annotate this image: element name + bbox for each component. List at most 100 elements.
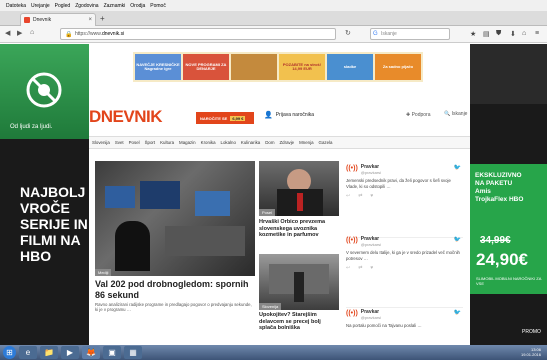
menu-item[interactable]: Pogled [55, 3, 71, 9]
feed-card[interactable]: ((•)) Pravkar @pravkarsi 🐦 Na portalu po… [346, 309, 463, 345]
menu-item[interactable]: Zgodovina [75, 3, 98, 9]
skin-tagline: Od ljudi za ljudi. [10, 124, 53, 130]
story-tag[interactable]: Slovenija [259, 303, 282, 310]
app-icon[interactable]: ▣ [103, 346, 121, 359]
reply-icon[interactable]: ↩ [346, 265, 350, 271]
nav-item[interactable]: Svet [115, 140, 124, 145]
retweet-icon[interactable]: ⇄ [358, 193, 362, 199]
url-domain: dnevnik.si [101, 31, 125, 37]
lock-icon: 🔒 [65, 32, 73, 38]
left-skin-ad[interactable]: Od ljudi za ljudi. NAJBOLJ VROČE SERIJE … [0, 44, 89, 345]
nav-item[interactable]: Zdravje [279, 140, 294, 145]
story-image[interactable]: Slovenija [259, 254, 339, 310]
menu-item[interactable]: Zaznamki [104, 3, 126, 9]
subscribe-label: NAROČITE SE [200, 115, 228, 121]
reading-list-icon[interactable]: ▤ [483, 30, 490, 38]
favicon-icon [24, 17, 30, 23]
right-skin-ad[interactable]: EKSKLUZIVNO NA PAKETU Amis TrojkaFlex HB… [470, 44, 547, 345]
address-bar[interactable]: 🔒 https://www. dnevnik.si [60, 28, 336, 40]
nav-item[interactable]: Šport [145, 140, 156, 145]
site-search-link[interactable]: 🔍 Iskanje [444, 111, 467, 117]
menu-bar: Datoteka Urejanje Pogled Zgodovina Zazna… [0, 0, 547, 11]
story-headline[interactable]: Hrvaški Orbico prevzema slovenskega uvoz… [259, 219, 339, 239]
media-icon[interactable]: ▶ [61, 346, 79, 359]
explorer-icon[interactable]: 📁 [40, 346, 58, 359]
twitter-icon: 🐦 [453, 237, 461, 243]
right-promo: EKSKLUZIVNO NA PAKETU Amis TrojkaFlex HB… [475, 172, 524, 204]
lead-tag[interactable]: Mediji [95, 269, 112, 276]
fine-print: SLIMOBIL MOBILNI NAROČNIKI ZA VSE [476, 276, 542, 286]
url-prefix: https://www. [75, 31, 102, 37]
forward-icon[interactable]: ▶ [17, 29, 22, 37]
nav-item[interactable]: Posel [129, 140, 140, 145]
banner-tile: Za sadno pijačo [375, 54, 421, 80]
tab-bar: Dnevnik × + [0, 11, 547, 26]
nav-item[interactable]: Magazin [179, 140, 196, 145]
tab-dnevnik[interactable]: Dnevnik × [20, 13, 96, 26]
nav-item[interactable]: Kronika [201, 140, 216, 145]
twitter-icon: 🐦 [453, 310, 461, 316]
twitter-icon: 🐦 [453, 165, 461, 171]
pocket-icon[interactable]: ⛊ [496, 30, 501, 38]
close-tab-icon[interactable]: × [88, 17, 92, 23]
feed-text: Jemenski predsednik pravi, da želi pogov… [346, 178, 451, 189]
support-link[interactable]: ✚ Podpora [406, 112, 431, 118]
feed-handle: @pravkarsi [360, 242, 382, 248]
retweet-icon[interactable]: ⇄ [358, 265, 362, 271]
ad-banner[interactable]: NAVEČJE KRESNIČKE Nagradne igre NOVE PRO… [133, 52, 423, 82]
site-logo[interactable]: DNEVNIK [89, 107, 163, 127]
like-icon[interactable]: ♥ [370, 193, 373, 199]
search-input[interactable]: G Iskanje [370, 28, 450, 40]
feed-handle: @pravkarsi [360, 315, 382, 321]
tab-title: Dnevnik [33, 17, 52, 23]
menu-item[interactable]: Datoteka [6, 3, 26, 9]
app-icon[interactable]: ▦ [124, 346, 142, 359]
dnevnik-page: NAVEČJE KRESNIČKE Nagradne igre NOVE PRO… [89, 44, 470, 345]
section-nav: Slovenija Svet Posel Šport Kultura Magaz… [89, 136, 470, 149]
nav-item[interactable]: Gazela [319, 140, 333, 145]
start-button[interactable]: ⊞ [3, 346, 16, 359]
reload-icon[interactable]: ↻ [345, 29, 351, 37]
subscribe-price: 6,99 € [230, 115, 246, 121]
home-icon[interactable]: ⌂ [30, 29, 34, 36]
download-icon[interactable]: ⬇ [510, 30, 516, 38]
nav-item[interactable]: Lokalno [221, 140, 236, 145]
hamburger-menu-icon[interactable]: ≡ [535, 30, 539, 37]
ie-icon[interactable]: e [19, 346, 37, 359]
nav-item[interactable]: Kultura [160, 140, 174, 145]
nav-item[interactable]: Dom [265, 140, 274, 145]
broadcast-icon: ((•)) [346, 237, 358, 245]
home-toolbar-icon[interactable]: ⌂ [522, 30, 526, 37]
feed-card[interactable]: ((•)) Pravkar @pravkarsi 🐦 V severnem de… [346, 236, 463, 308]
nav-item[interactable]: Kulinarika [241, 140, 260, 145]
nav-item[interactable]: Slovenija [92, 140, 110, 145]
lead-headline[interactable]: Val 202 pod drobnogledom: spornih 86 sek… [95, 279, 255, 301]
promo-label: PROMO [522, 329, 541, 335]
banner-tile: POZABITE na stroš! 14,99 EUR [279, 54, 325, 80]
story-tag[interactable]: Posel [259, 209, 276, 216]
banner-tile: NAVEČJE KRESNIČKE Nagradne igre [135, 54, 181, 80]
menu-item[interactable]: Pomoč [150, 3, 166, 9]
brand-logo-icon [26, 72, 62, 108]
story-headline[interactable]: Upokojitev? Starejšim delavcem se precej… [259, 312, 339, 332]
new-tab-button[interactable]: + [100, 14, 105, 23]
menu-item[interactable]: Urejanje [31, 3, 50, 9]
system-clock[interactable]: 13:06 19.01.2016 [521, 347, 541, 358]
firefox-icon[interactable]: 🦊 [82, 346, 100, 359]
nav-bar: ◀ ▶ ⌂ 🔒 https://www. dnevnik.si ↻ G Iskan… [0, 26, 547, 43]
lead-image[interactable]: Mediji [95, 161, 255, 276]
old-price: 34,99€ [480, 235, 511, 246]
feed-text: Na portalu pomoči na Tajvanu poslali … [346, 323, 422, 329]
new-price: 24,90€ [476, 250, 528, 269]
search-placeholder: Iskanje [381, 31, 397, 37]
reply-icon[interactable]: ↩ [346, 193, 350, 199]
star-icon[interactable]: ★ [470, 30, 476, 38]
story-image[interactable]: Posel [259, 161, 339, 216]
menu-item[interactable]: Orodja [130, 3, 145, 9]
login-link[interactable]: 👤 Prijava naročnika [264, 111, 314, 119]
feed-card[interactable]: ((•)) Pravkar @pravkarsi 🐦 Jemenski pred… [346, 164, 463, 238]
nav-item[interactable]: Mnenja [299, 140, 313, 145]
subscribe-button[interactable]: NAROČITE SE 6,99 € [196, 112, 254, 124]
back-icon[interactable]: ◀ [5, 29, 10, 37]
like-icon[interactable]: ♥ [370, 265, 373, 271]
